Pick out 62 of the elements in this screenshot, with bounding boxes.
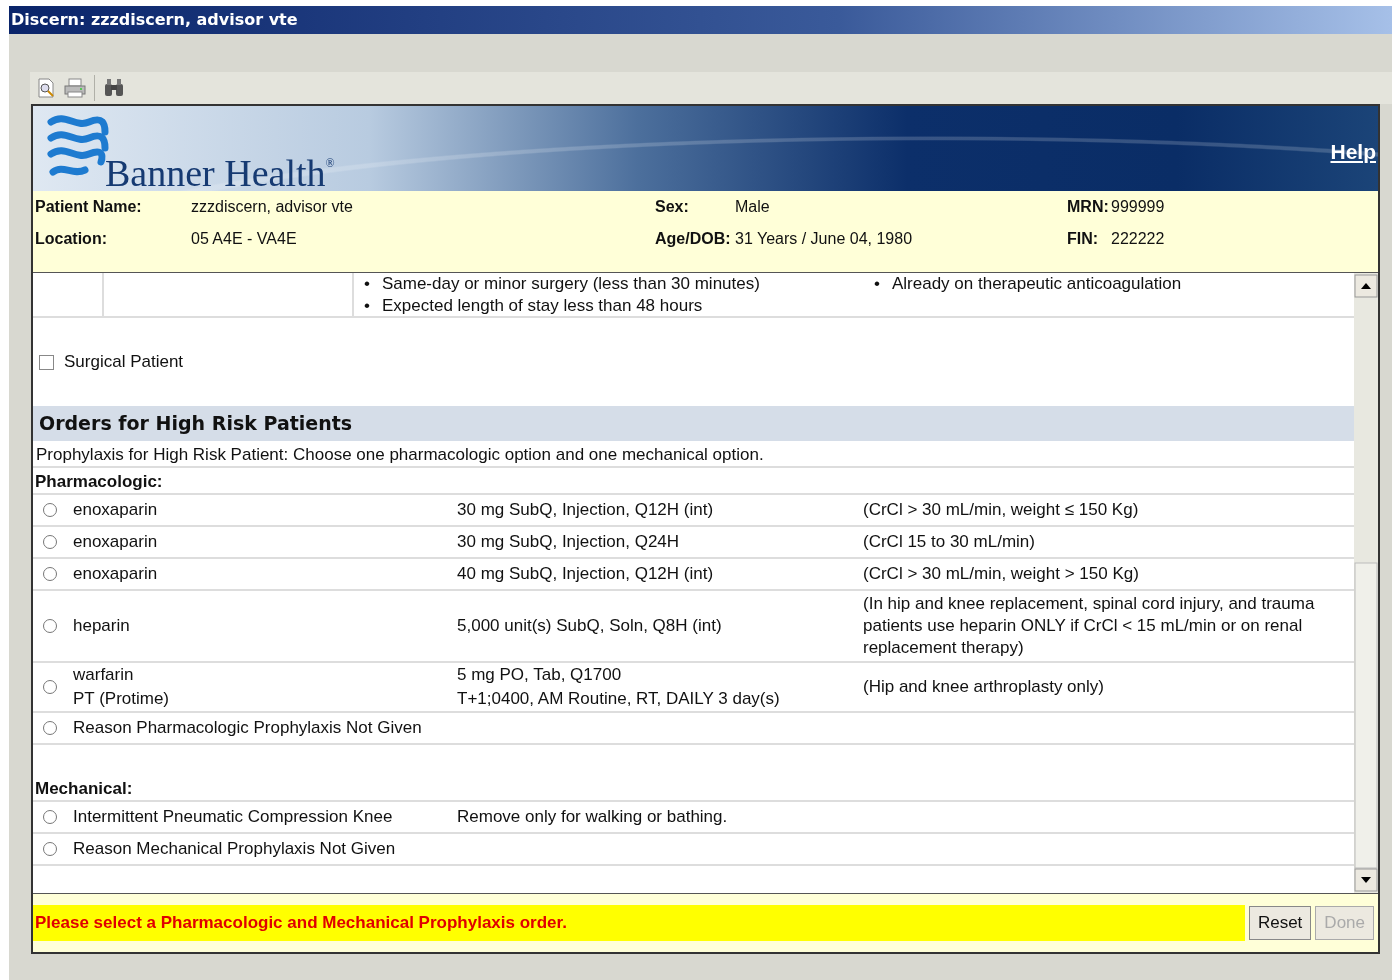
radio-button[interactable] [43,680,57,694]
order-name: enoxaparin [73,499,159,521]
field-label: Patient Name: [35,197,143,217]
help-link[interactable]: Help [1330,136,1376,168]
field-value: 999999 [1111,197,1165,217]
radio-button[interactable] [43,810,57,824]
field-label: Age/DOB: [655,229,732,249]
radio-button[interactable] [43,535,57,549]
radio-button[interactable] [43,619,57,633]
field-value: 05 A4E - VA4E [191,229,297,249]
dialog-button[interactable]: Reset [1248,906,1312,940]
criterion-item: Same-day or minor surgery (less than 30 minutes) [381,273,760,295]
order-name: enoxaparin [73,563,159,585]
field-label: MRN: [1067,197,1110,217]
scrollbar-drawing[interactable] [1354,273,1378,893]
order-comment: (CrCl > 30 mL/min, weight > 150 Kg) [863,563,1140,585]
order-details: T+1;0400, AM Routine, RT, DAILY 3 day(s) [457,688,781,710]
group-heading: Pharmacologic: [33,468,1354,495]
window-title: Discern: zzzdiscern, advisor vte [9,6,1392,34]
order-details: Remove only for walking or bathing. [457,806,729,828]
printer-icon[interactable] [64,78,86,98]
radio-button[interactable] [43,842,57,856]
logo-text: Banner Health$^{®}$ [105,154,335,191]
order-comment: (In hip and knee replacement, spinal cord injury, and trauma patients use heparin ONLY if CrCl < 15 mL/min or on renal replacement therapy) [863,593,1316,659]
order-name: Reason Pharmacologic Prophylaxis Not Given [73,717,423,739]
warning-message: Please select a Pharmacologic and Mechanical Prophylaxis order. [33,905,1245,941]
section-heading: Orders for High Risk Patients [33,406,1354,441]
order-details: 30 mg SubQ, Injection, Q12H (int) [457,499,715,521]
criterion-item: Already on therapeutic anticoagulation [891,273,1182,295]
order-details: 5,000 unit(s) SubQ, Soln, Q8H (int) [457,615,723,637]
instruction-text: Prophylaxis for High Risk Patient: Choose one pharmacologic option and one mechanical option. [33,441,1354,468]
binoculars-icon[interactable] [103,78,125,98]
order-name: Intermittent Pneumatic Compression Knee [73,806,394,828]
field-value: zzzdiscern, advisor vte [191,197,353,217]
order-name: warfarin [73,664,135,686]
order-comment: (Hip and knee arthroplasty only) [863,676,1105,698]
field-label: FIN: [1067,229,1100,249]
bullet-marker: • [364,295,370,317]
print-preview-icon[interactable] [36,78,56,98]
field-value: 222222 [1111,229,1165,249]
order-details: 5 mg PO, Tab, Q1700 [457,664,623,686]
radio-button[interactable] [43,721,57,735]
order-details: 30 mg SubQ, Injection, Q24H [457,531,681,553]
field-label: Location: [35,229,108,249]
bullet-marker: • [364,273,370,295]
order-name: enoxaparin [73,531,159,553]
order-comment: (CrCl 15 to 30 mL/min) [863,531,1036,553]
checkbox-label: Surgical Patient [64,351,184,374]
field-label: Sex: [655,197,690,217]
radio-button[interactable] [43,567,57,581]
order-details: 40 mg SubQ, Injection, Q12H (int) [457,563,715,585]
group-heading: Mechanical: [33,775,1354,802]
order-name: PT (Protime) [73,688,171,710]
criterion-item: Expected length of stay less than 48 hours [381,295,703,317]
order-name: heparin [73,615,131,637]
checkbox[interactable] [39,354,54,370]
radio-button[interactable] [43,503,57,517]
order-comment: (CrCl > 30 mL/min, weight ≤ 150 Kg) [863,499,1140,521]
field-value: 31 Years / June 04, 1980 [735,229,913,249]
field-value: Male [735,197,770,217]
order-name: Reason Mechanical Prophylaxis Not Given [73,838,397,860]
bullet-marker: • [874,273,880,295]
